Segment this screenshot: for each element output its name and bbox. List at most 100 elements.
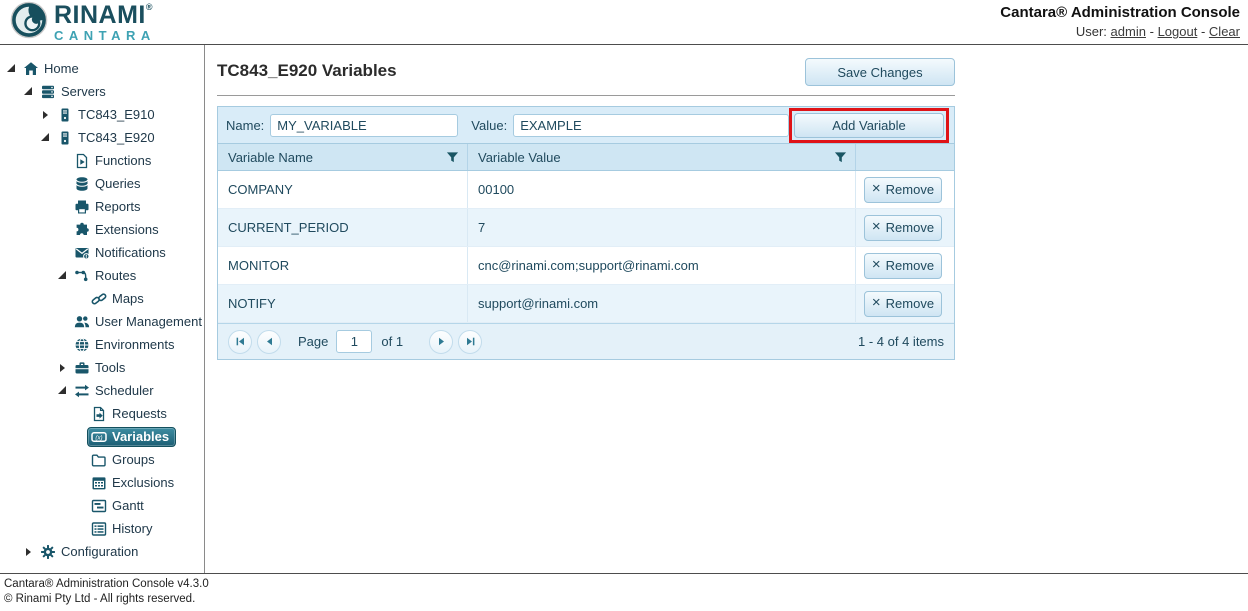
variable-name-cell: NOTIFY	[218, 285, 468, 322]
routes-icon	[74, 268, 90, 284]
filter-funnel-icon[interactable]	[834, 151, 847, 164]
variable-name-cell: MONITOR	[218, 247, 468, 284]
sidebar-item-label: Requests	[112, 406, 167, 421]
remove-button[interactable]: × Remove	[864, 291, 942, 317]
reports-icon	[74, 199, 90, 215]
tree-collapsed-arrow[interactable]	[57, 363, 70, 373]
maps-icon	[91, 291, 107, 307]
column-header-variable-value[interactable]: Variable Value	[468, 144, 856, 170]
sidebar-item-requests[interactable]: Requests	[0, 402, 204, 425]
sidebar-item-scheduler[interactable]: Scheduler	[0, 379, 204, 402]
sidebar-item-home[interactable]: Home	[0, 57, 204, 80]
sidebar-item-label: Maps	[112, 291, 144, 306]
remove-button-label: Remove	[886, 296, 934, 311]
remove-button[interactable]: ×Remove	[864, 215, 942, 241]
sidebar-item-servers[interactable]: Servers	[0, 80, 204, 103]
add-variable-toolbar: Name: Value: Add Variable	[218, 107, 954, 143]
variable-actions-cell: ×Remove	[856, 247, 954, 284]
tree-expanded-arrow[interactable]	[6, 64, 19, 74]
remove-button-label: Remove	[886, 182, 934, 197]
last-page-icon[interactable]	[458, 330, 482, 354]
environments-icon	[74, 337, 90, 353]
variable-name-cell: COMPANY	[218, 171, 468, 208]
users-icon	[74, 314, 90, 330]
sidebar-item-label: Tools	[95, 360, 125, 375]
sidebar-item-label: TC843_E910	[78, 107, 155, 122]
sidebar-item-tools[interactable]: Tools	[0, 356, 204, 379]
name-label: Name:	[226, 118, 264, 133]
sidebar-item-configuration[interactable]: Configuration	[0, 540, 204, 563]
sidebar-item-groups[interactable]: Groups	[0, 448, 204, 471]
brand: RINAMI® CANTARA	[10, 1, 156, 44]
sidebar-item-user-management[interactable]: User Management	[0, 310, 204, 333]
variable-actions-cell: ×Remove	[856, 209, 954, 246]
sidebar-item-routes[interactable]: Routes	[0, 264, 204, 287]
tree-expanded-arrow[interactable]	[23, 87, 36, 97]
sidebar-item-notifications[interactable]: Notifications	[0, 241, 204, 264]
tree-arrow-spacer	[57, 317, 70, 327]
column-header-actions	[856, 144, 954, 170]
sidebar-item-label: TC843_E920	[78, 130, 155, 145]
sidebar-item-gantt[interactable]: Gantt	[0, 494, 204, 517]
first-page-icon[interactable]	[228, 330, 252, 354]
tree-collapsed-arrow[interactable]	[40, 110, 53, 120]
filter-funnel-icon[interactable]	[446, 151, 459, 164]
user-line: User: admin - Logout - Clear	[1000, 23, 1240, 41]
sidebar-item-label: Queries	[95, 176, 141, 191]
sidebar-item-exclusions[interactable]: Exclusions	[0, 471, 204, 494]
save-changes-button[interactable]: Save Changes	[805, 58, 955, 86]
sidebar-item-label: Gantt	[112, 498, 144, 513]
table-row: COMPANY00100×Remove	[218, 171, 954, 209]
tree-arrow-spacer	[57, 179, 70, 189]
sidebar-item-queries[interactable]: Queries	[0, 172, 204, 195]
remove-button-label: Remove	[886, 258, 934, 273]
sidebar-item-label: Scheduler	[95, 383, 154, 398]
remove-button[interactable]: ×Remove	[864, 177, 942, 203]
tree-expanded-arrow[interactable]	[57, 386, 70, 396]
variable-name-input[interactable]	[270, 114, 458, 137]
clear-link[interactable]: Clear	[1209, 24, 1240, 39]
brand-registered-mark: ®	[146, 2, 153, 12]
sidebar-item-reports[interactable]: Reports	[0, 195, 204, 218]
add-variable-button[interactable]: Add Variable	[794, 113, 944, 138]
brand-name: RINAMI®	[54, 3, 156, 28]
remove-button[interactable]: ×Remove	[864, 253, 942, 279]
tree-arrow-spacer	[74, 409, 87, 419]
sidebar-item-maps[interactable]: Maps	[0, 287, 204, 310]
tree-arrow-spacer	[74, 478, 87, 488]
server-icon	[57, 107, 73, 123]
sidebar-item-label: Groups	[112, 452, 155, 467]
sidebar-item-tc843-e910[interactable]: TC843_E910	[0, 103, 204, 126]
tree-expanded-arrow[interactable]	[57, 271, 70, 281]
variables-grid: Name: Value: Add Variable Variable Name …	[217, 106, 955, 360]
tree-arrow-spacer	[74, 294, 87, 304]
x-icon: ×	[872, 295, 881, 310]
variable-value-cell: support@rinami.com	[468, 285, 856, 322]
next-page-icon[interactable]	[429, 330, 453, 354]
x-icon: ×	[872, 219, 881, 234]
column-header-variable-name[interactable]: Variable Name	[218, 144, 468, 170]
tree-arrow-spacer	[74, 524, 87, 534]
sidebar-item-label: Routes	[95, 268, 136, 283]
table-header-row: Variable Name Variable Value	[218, 143, 954, 171]
pager: Page of 1 1 - 4 of 4 items	[218, 323, 954, 359]
tree-expanded-arrow[interactable]	[40, 133, 53, 143]
sidebar-item-label: Reports	[95, 199, 141, 214]
user-name-link[interactable]: admin	[1111, 24, 1146, 39]
sidebar-item-variables[interactable]: (x)Variables	[0, 425, 204, 448]
prev-page-icon[interactable]	[257, 330, 281, 354]
sidebar-item-label: Variables	[112, 429, 169, 444]
sidebar-item-extensions[interactable]: Extensions	[0, 218, 204, 241]
logout-link[interactable]: Logout	[1158, 24, 1198, 39]
configuration-icon	[40, 544, 56, 560]
sidebar-item-environments[interactable]: Environments	[0, 333, 204, 356]
main-content: TC843_E920 Variables Save Changes Name: …	[205, 45, 1248, 573]
variable-value-input[interactable]	[513, 114, 789, 137]
tree-collapsed-arrow[interactable]	[23, 547, 36, 557]
sidebar-item-functions[interactable]: Functions	[0, 149, 204, 172]
home-icon	[23, 61, 39, 77]
sidebar-item-label: History	[112, 521, 152, 536]
sidebar-item-history[interactable]: History	[0, 517, 204, 540]
sidebar-item-tc843-e920[interactable]: TC843_E920	[0, 126, 204, 149]
page-number-input[interactable]	[336, 330, 372, 353]
